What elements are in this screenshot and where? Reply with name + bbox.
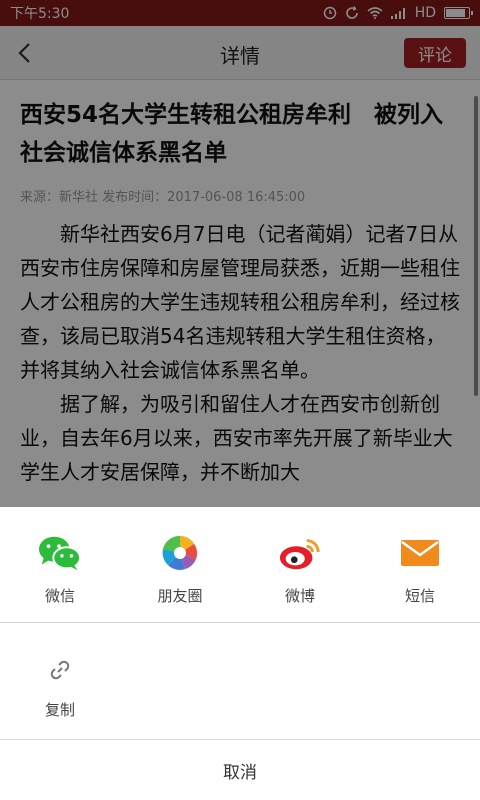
cancel-button[interactable]: 取消 bbox=[0, 740, 480, 800]
weibo-icon bbox=[278, 533, 322, 573]
share-sms-button[interactable]: 短信 bbox=[360, 507, 480, 622]
share-moments-label: 朋友圈 bbox=[157, 587, 203, 605]
link-icon bbox=[49, 659, 71, 685]
share-wechat-button[interactable]: 微信 bbox=[0, 507, 120, 622]
copy-button[interactable]: 复制 bbox=[36, 659, 84, 720]
share-weibo-label: 微博 bbox=[284, 587, 315, 605]
copy-label: 复制 bbox=[44, 701, 75, 719]
share-wechat-label: 微信 bbox=[44, 587, 75, 605]
share-moments-button[interactable]: 朋友圈 bbox=[120, 507, 240, 622]
share-sheet: 微信 朋友圈 微博 短信 复制 取消 bbox=[0, 507, 480, 800]
sms-icon bbox=[398, 533, 442, 573]
share-options: 微信 朋友圈 微博 短信 bbox=[0, 507, 480, 623]
dim-overlay[interactable] bbox=[0, 0, 480, 507]
moments-icon bbox=[158, 533, 202, 573]
share-weibo-button[interactable]: 微博 bbox=[240, 507, 360, 622]
share-sms-label: 短信 bbox=[404, 587, 435, 605]
wechat-icon bbox=[38, 533, 82, 573]
copy-section: 复制 bbox=[0, 623, 480, 740]
